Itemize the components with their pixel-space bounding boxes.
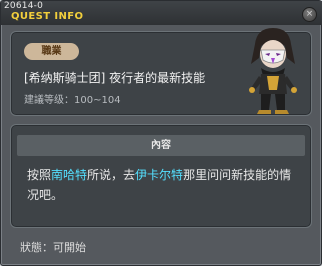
- job-badge: 職業: [24, 43, 79, 60]
- close-button[interactable]: ×: [302, 7, 317, 22]
- window-title: QUEST INFO: [11, 11, 84, 22]
- description-text: 所说，去: [87, 168, 136, 182]
- quest-name: [希纳斯骑士团] 夜行者的最新技能: [24, 71, 206, 85]
- quest-id: 20614-0: [4, 1, 44, 11]
- title-bar[interactable]: 20614-0 QUEST INFO ×: [1, 1, 322, 25]
- level-requirement: 建議等级：100~104: [24, 95, 121, 106]
- quest-status: 狀態：可開始: [20, 241, 86, 254]
- quest-info-window: 20614-0 QUEST INFO × 職業 [希纳斯骑士团] 夜行者的最新技…: [0, 0, 322, 266]
- masked-knight-character-icon: [249, 28, 297, 114]
- content-section-title: 內容: [17, 135, 305, 156]
- quest-header-panel: 職業 [希纳斯骑士团] 夜行者的最新技能 建議等级：100~104: [10, 28, 312, 116]
- npc-link-yikaerte[interactable]: 伊卡尔特: [135, 168, 183, 182]
- npc-link-nanhate[interactable]: 南哈特: [51, 168, 87, 182]
- close-icon: ×: [305, 9, 314, 19]
- description-text: 按照: [27, 168, 52, 182]
- quest-description: 按照南哈特所说，去伊卡尔特那里问问新技能的情况吧。: [27, 165, 299, 205]
- quest-content-panel: 內容 按照南哈特所说，去伊卡尔特那里问问新技能的情况吧。: [10, 124, 312, 228]
